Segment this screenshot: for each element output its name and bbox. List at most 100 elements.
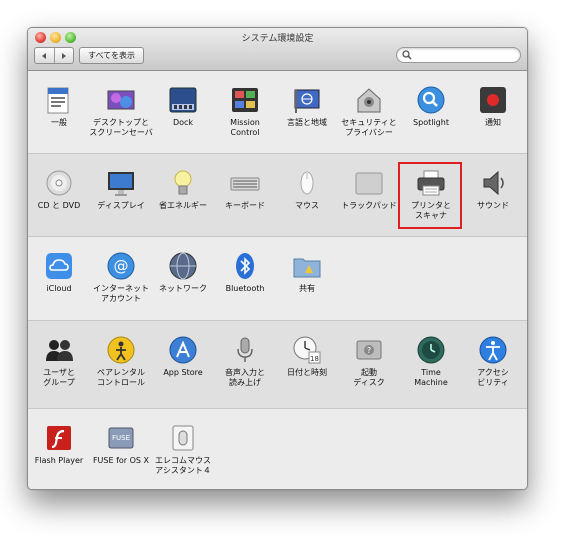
pref-label: デスクトップと スクリーンセーバ	[89, 118, 153, 137]
search-field[interactable]	[396, 47, 521, 63]
back-button[interactable]	[35, 48, 54, 63]
keyboard-icon	[230, 168, 260, 198]
parental-controls-icon	[106, 335, 136, 365]
section-other: Flash Player FUSE FUSE for OS X エレコムマウス …	[28, 409, 527, 489]
network-icon	[168, 251, 198, 281]
startup-disk-icon: ?	[354, 335, 384, 365]
pref-network[interactable]: ネットワーク	[152, 237, 214, 317]
pref-label: ネットワーク	[159, 284, 207, 293]
pref-label: 起動 ディスク	[353, 368, 385, 387]
mouse-icon	[292, 168, 322, 198]
pref-label: 日付と時刻	[287, 368, 327, 377]
pref-label: 省エネルギー	[159, 201, 207, 210]
pref-internet-accounts[interactable]: @ インターネット アカウント	[90, 237, 152, 317]
pref-label: Flash Player	[34, 456, 84, 465]
flash-player-icon	[44, 423, 74, 453]
pref-bluetooth[interactable]: Bluetooth	[214, 237, 276, 317]
icloud-icon	[44, 251, 74, 281]
general-icon	[44, 85, 74, 115]
pref-mission-control[interactable]: Mission Control	[214, 71, 276, 151]
pref-label: ユーザと グループ	[43, 368, 75, 387]
pref-label: インターネット アカウント	[93, 284, 149, 303]
pref-desktop-screensaver[interactable]: デスクトップと スクリーンセーバ	[89, 71, 153, 151]
elecom-mouse-icon	[168, 423, 198, 453]
show-all-button[interactable]: すべてを表示	[79, 47, 144, 64]
dictation-icon	[230, 335, 260, 365]
pref-flash-player[interactable]: Flash Player	[28, 409, 90, 489]
display-icon	[106, 168, 136, 198]
internet-accounts-icon: @	[106, 251, 136, 281]
pref-general[interactable]: 一般	[28, 71, 90, 151]
pref-label: 言語と地域	[287, 118, 327, 127]
sharing-icon	[292, 251, 322, 281]
energy-saver-icon	[168, 168, 198, 198]
pref-spotlight[interactable]: Spotlight	[400, 71, 462, 151]
pref-label: Spotlight	[413, 118, 449, 127]
pref-label: エレコムマウス アシスタント４	[155, 456, 211, 475]
pref-label: 一般	[51, 118, 67, 127]
fuse-icon: FUSE	[106, 423, 136, 453]
pref-label: Dock	[172, 118, 194, 127]
pref-label: マウス	[295, 201, 319, 210]
search-input[interactable]	[414, 48, 514, 62]
pref-label: 共有	[299, 284, 315, 293]
time-machine-icon	[416, 335, 446, 365]
pref-trackpad[interactable]: トラックパッド	[338, 154, 400, 234]
mission-control-icon	[230, 85, 260, 115]
pref-cd-dvd[interactable]: CD と DVD	[28, 154, 90, 234]
pref-accessibility[interactable]: アクセシ ビリティ	[462, 321, 524, 401]
pref-label: FUSE for OS X	[92, 456, 150, 465]
svg-text:?: ?	[367, 346, 371, 355]
pref-dock[interactable]: Dock	[152, 71, 214, 151]
pref-label: アクセシ ビリティ	[477, 368, 509, 387]
pref-energy-saver[interactable]: 省エネルギー	[152, 154, 214, 234]
accessibility-icon	[478, 335, 508, 365]
trackpad-icon	[354, 168, 384, 198]
pref-date-time[interactable]: 18 日付と時刻	[276, 321, 338, 401]
section-personal: 一般 デスクトップと スクリーンセーバ Dock Mission Control…	[28, 71, 527, 154]
pref-label: iCloud	[46, 284, 72, 293]
pref-label: Mission Control	[230, 118, 260, 137]
pref-sharing[interactable]: 共有	[276, 237, 338, 317]
forward-arrow-icon	[61, 52, 66, 59]
pref-notifications[interactable]: 通知	[462, 71, 524, 151]
forward-button[interactable]	[53, 48, 74, 63]
desktop-icon	[106, 85, 136, 115]
pref-label: 音声入力と 読み上げ	[225, 368, 265, 387]
pref-dictation-speech[interactable]: 音声入力と 読み上げ	[214, 321, 276, 401]
sound-icon	[478, 168, 508, 198]
svg-text:@: @	[114, 257, 129, 275]
pref-label: ペアレンタル コントロール	[97, 368, 145, 387]
notifications-icon	[478, 85, 508, 115]
pref-language-region[interactable]: 言語と地域	[276, 71, 338, 151]
pref-sound[interactable]: サウンド	[462, 154, 524, 234]
pref-keyboard[interactable]: キーボード	[214, 154, 276, 234]
pref-parental-controls[interactable]: ペアレンタル コントロール	[90, 321, 152, 401]
pref-label: CD と DVD	[37, 201, 81, 210]
pref-label: Time Machine	[414, 368, 448, 387]
pref-label: App Store	[163, 368, 203, 377]
pref-fuse[interactable]: FUSE FUSE for OS X	[90, 409, 152, 489]
dock-icon	[168, 85, 198, 115]
pref-label: ディスプレイ	[97, 201, 145, 210]
back-forward-control	[34, 47, 74, 64]
pref-app-store[interactable]: App Store	[152, 321, 214, 401]
printer-highlight-box	[398, 162, 462, 229]
pref-startup-disk[interactable]: ? 起動 ディスク	[338, 321, 400, 401]
pref-mouse[interactable]: マウス	[276, 154, 338, 234]
date-time-icon: 18	[292, 335, 322, 365]
app-store-icon	[168, 335, 198, 365]
pref-displays[interactable]: ディスプレイ	[90, 154, 152, 234]
pref-label: 通知	[485, 118, 501, 127]
pref-security-privacy[interactable]: セキュリティと プライバシー	[338, 71, 400, 151]
pref-time-machine[interactable]: Time Machine	[400, 321, 462, 401]
bluetooth-icon	[230, 251, 260, 281]
pref-users-groups[interactable]: ユーザと グループ	[28, 321, 90, 401]
back-arrow-icon	[42, 52, 47, 59]
cd-dvd-icon	[44, 168, 74, 198]
section-internet-wireless: iCloud @ インターネット アカウント ネットワーク Bluetooth …	[28, 237, 527, 321]
pref-elecom-mouse-assistant[interactable]: エレコムマウス アシスタント４	[152, 409, 214, 489]
pref-icloud[interactable]: iCloud	[28, 237, 90, 317]
search-icon	[402, 50, 412, 60]
security-icon	[354, 85, 384, 115]
